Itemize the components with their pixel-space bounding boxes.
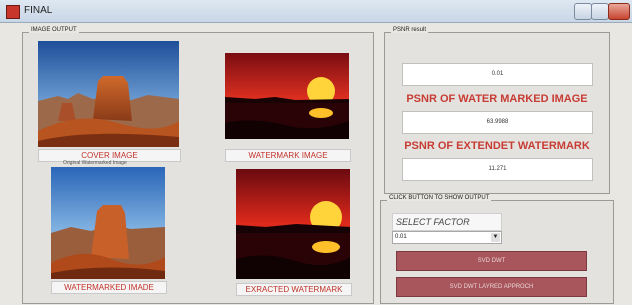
chevron-down-icon[interactable]: ▼ xyxy=(491,233,500,242)
watermarked-image-label: WATERMARKED IMADE xyxy=(51,281,167,294)
psnr-watermarked-value: 63.9988 xyxy=(402,111,593,134)
svd-dwt-layered-button[interactable]: SVD DWT LAYRED APPROCH xyxy=(396,277,587,297)
extracted-watermark-image xyxy=(236,169,350,279)
window-content: IMAGE OUTPUT COVER IMAGE Original Waterm… xyxy=(0,23,632,305)
controls-panel: CLICK BUTTON TO SHOW OUTPUT SELECT FACTO… xyxy=(380,195,614,304)
factor-dropdown-value: 0.01 xyxy=(395,234,407,240)
original-watermarked-caption: Original Watermarked Image xyxy=(63,160,127,166)
psnr-result-legend: PSNR result xyxy=(391,27,429,33)
app-icon xyxy=(6,5,20,19)
extracted-watermark-label: EXRACTED WATERMARK xyxy=(236,283,352,296)
minimize-button[interactable] xyxy=(574,3,592,20)
factor-value-field: 0.01 xyxy=(402,63,593,86)
image-output-legend: IMAGE OUTPUT xyxy=(29,27,79,33)
watermarked-image xyxy=(51,167,165,279)
close-button[interactable] xyxy=(608,3,630,20)
psnr-result-panel: PSNR result 0.01 PSNR OF WATER MARKED IM… xyxy=(384,27,610,194)
title-bar: FINAL xyxy=(0,0,632,23)
maximize-button[interactable] xyxy=(591,3,609,20)
select-factor-label: SELECT FACTOR xyxy=(392,213,502,231)
watermark-image-label: WATERMARK IMAGE xyxy=(225,149,351,162)
factor-dropdown[interactable]: 0.01 ▼ xyxy=(392,231,502,244)
controls-legend: CLICK BUTTON TO SHOW OUTPUT xyxy=(387,195,492,201)
svd-dwt-button[interactable]: SVD DWT xyxy=(396,251,587,271)
window-title: FINAL xyxy=(24,5,53,16)
watermark-image xyxy=(225,53,349,139)
cover-image xyxy=(38,41,179,147)
psnr-extracted-heading: PSNR OF EXTENDET WATERMARK xyxy=(404,140,590,152)
image-output-panel: IMAGE OUTPUT COVER IMAGE Original Waterm… xyxy=(22,27,374,304)
psnr-watermarked-heading: PSNR OF WATER MARKED IMAGE xyxy=(406,93,588,105)
psnr-extracted-value: 11.271 xyxy=(402,158,593,181)
